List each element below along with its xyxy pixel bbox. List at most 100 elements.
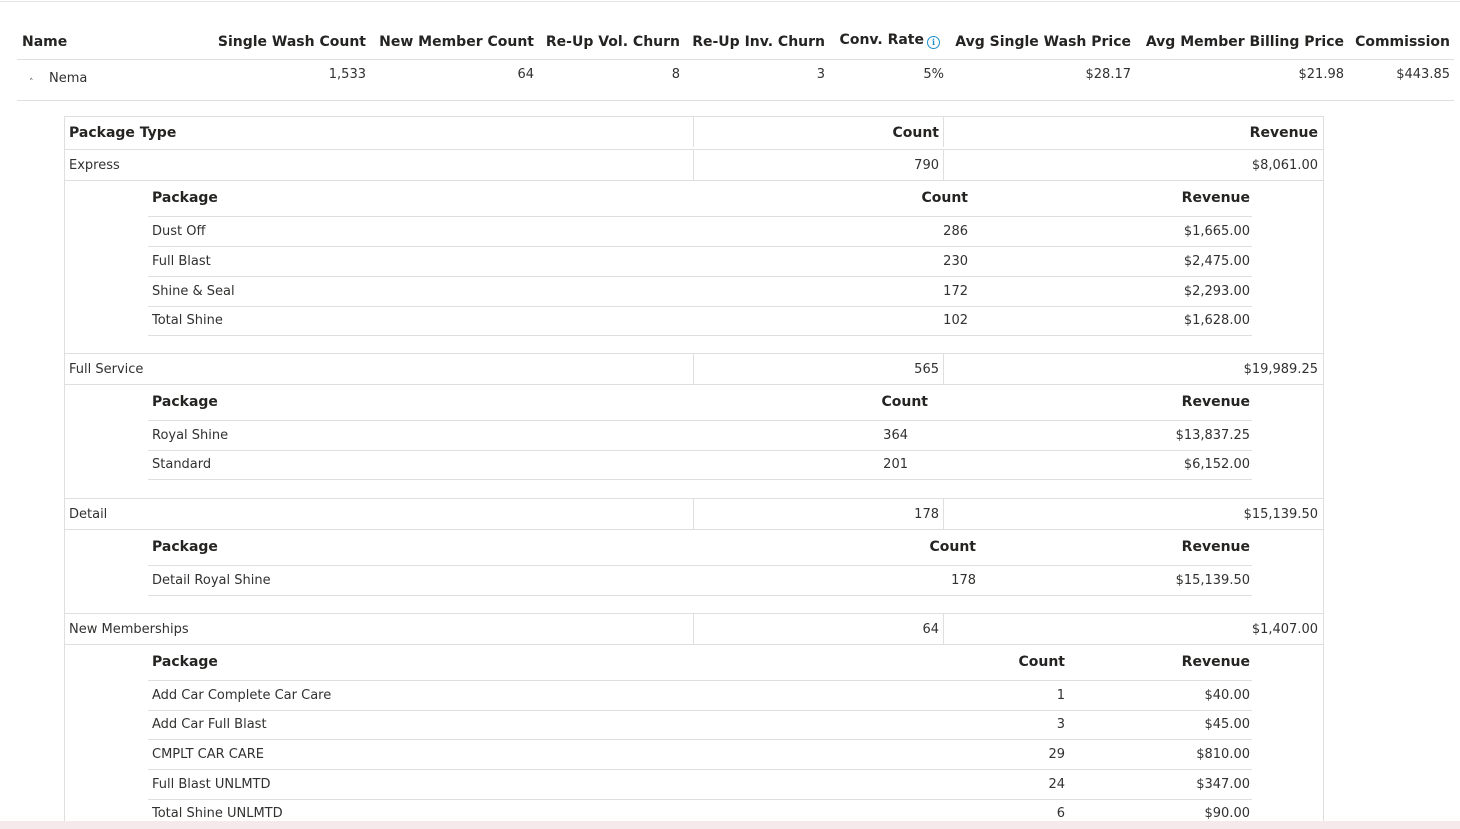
row-new-member-count: 64 — [517, 67, 534, 82]
header-commission[interactable]: Commission — [1349, 24, 1450, 59]
column-divider — [943, 614, 944, 644]
main-table-header: Name Single Wash Count New Member Count … — [17, 24, 1454, 60]
header-package[interactable]: Package — [152, 385, 218, 420]
package-count: 364 — [883, 428, 908, 443]
group-revenue: $1,407.00 — [1251, 622, 1318, 637]
header-count[interactable]: Count — [708, 385, 928, 420]
group-count: 178 — [914, 507, 939, 522]
row-avg-member-billing-price: $21.98 — [1298, 67, 1345, 82]
group-revenue: $8,061.00 — [1251, 158, 1318, 173]
header-conv-rate[interactable]: Conv. Rate i — [827, 24, 940, 59]
column-divider — [693, 614, 694, 644]
table-row[interactable]: Dust Off 286 $1,665.00 — [148, 217, 1252, 247]
group-revenue: $19,989.25 — [1243, 362, 1318, 377]
package-revenue: $6,152.00 — [1183, 457, 1250, 472]
package-revenue: $1,628.00 — [1183, 313, 1250, 328]
table-row-nema[interactable]: ˄ Nema 1,533 64 8 3 5% $28.17 $21.98 $44… — [17, 60, 1454, 101]
header-package[interactable]: Package — [152, 181, 218, 216]
package-count: 201 — [883, 457, 908, 472]
column-divider — [943, 150, 944, 180]
package-header: Package Count Revenue — [148, 645, 1252, 681]
package-name: Standard — [152, 457, 212, 472]
header-revenue[interactable]: Revenue — [998, 181, 1250, 216]
header-count[interactable]: Count — [695, 117, 939, 149]
table-row[interactable]: Full Blast 230 $2,475.00 — [148, 247, 1252, 277]
package-type-table: Package Type Count Revenue Express 790 $… — [64, 116, 1324, 829]
package-revenue: $1,665.00 — [1183, 224, 1250, 239]
column-divider — [693, 150, 694, 180]
info-icon[interactable]: i — [927, 36, 940, 49]
table-row[interactable]: Total Shine 102 $1,628.00 — [148, 306, 1252, 336]
group-row-express[interactable]: Express 790 $8,061.00 — [65, 150, 1323, 181]
top-divider — [0, 1, 1460, 2]
table-row[interactable]: CMPLT CAR CARE 29 $810.00 — [148, 740, 1252, 770]
header-conv-rate-label: Conv. Rate — [839, 32, 924, 48]
group-type: Detail — [69, 507, 108, 522]
column-divider — [943, 499, 944, 529]
group-row-full-service[interactable]: Full Service 565 $19,989.25 — [65, 353, 1323, 385]
header-revenue[interactable]: Revenue — [998, 530, 1250, 565]
column-divider — [693, 499, 694, 529]
package-name: Shine & Seal — [152, 284, 235, 299]
bottom-scroll-band — [0, 821, 1460, 829]
table-row[interactable]: Royal Shine 364 $13,837.25 — [148, 421, 1252, 451]
header-count[interactable]: Count — [768, 181, 968, 216]
table-row[interactable]: Shine & Seal 172 $2,293.00 — [148, 277, 1252, 307]
header-revenue[interactable]: Revenue — [998, 385, 1250, 420]
package-name: Full Blast UNLMTD — [152, 777, 271, 792]
package-count: 178 — [951, 573, 976, 588]
table-row[interactable]: Detail Royal Shine 178 $15,139.50 — [148, 566, 1252, 596]
row-commission: $443.85 — [1396, 67, 1450, 82]
package-name: Dust Off — [152, 224, 206, 239]
header-new-member-count[interactable]: New Member Count — [377, 24, 534, 59]
row-conv-rate: 5% — [923, 67, 944, 82]
package-name: Royal Shine — [152, 428, 229, 443]
package-count: 286 — [943, 224, 968, 239]
package-count: 172 — [943, 284, 968, 299]
package-name: Detail Royal Shine — [152, 573, 271, 588]
chevron-up-icon[interactable]: ˄ — [29, 78, 34, 88]
package-header: Package Count Revenue — [148, 385, 1252, 421]
package-revenue: $15,139.50 — [1175, 573, 1250, 588]
header-package[interactable]: Package — [152, 530, 218, 565]
header-revenue[interactable]: Revenue — [945, 117, 1318, 149]
package-table-new-memberships: Package Count Revenue Add Car Complete C… — [148, 645, 1252, 829]
group-count: 565 — [914, 362, 939, 377]
row-single-wash-count: 1,533 — [328, 67, 366, 82]
header-avg-member-billing-price[interactable]: Avg Member Billing Price — [1137, 24, 1344, 59]
table-row[interactable]: Add Car Complete Car Care 1 $40.00 — [148, 681, 1252, 711]
header-name[interactable]: Name — [22, 24, 67, 59]
column-divider — [693, 354, 694, 384]
package-revenue: $45.00 — [1204, 717, 1251, 732]
package-count: 230 — [943, 254, 968, 269]
header-avg-single-wash-price[interactable]: Avg Single Wash Price — [952, 24, 1131, 59]
header-package-type[interactable]: Package Type — [69, 117, 176, 149]
table-row[interactable]: Add Car Full Blast 3 $45.00 — [148, 710, 1252, 740]
package-revenue: $13,837.25 — [1175, 428, 1250, 443]
group-count: 64 — [922, 622, 939, 637]
group-row-detail[interactable]: Detail 178 $15,139.50 — [65, 498, 1323, 530]
table-row[interactable]: Full Blast UNLMTD 24 $347.00 — [148, 770, 1252, 800]
group-type: New Memberships — [69, 622, 189, 637]
report-page: Name Single Wash Count New Member Count … — [0, 0, 1460, 829]
header-reup-inv-churn[interactable]: Re-Up Inv. Churn — [687, 24, 825, 59]
row-reup-vol-churn: 8 — [671, 67, 680, 82]
package-name: CMPLT CAR CARE — [152, 747, 265, 762]
header-reup-vol-churn[interactable]: Re-Up Vol. Churn — [537, 24, 680, 59]
package-count: 102 — [943, 313, 968, 328]
package-header: Package Count Revenue — [148, 530, 1252, 566]
package-name: Add Car Full Blast — [152, 717, 267, 732]
group-row-new-memberships[interactable]: New Memberships 64 $1,407.00 — [65, 613, 1323, 645]
group-revenue: $15,139.50 — [1243, 507, 1318, 522]
package-table-full-service: Package Count Revenue Royal Shine 364 $1… — [148, 385, 1252, 495]
column-divider — [943, 117, 944, 147]
table-row[interactable]: Standard 201 $6,152.00 — [148, 450, 1252, 480]
header-single-wash-count[interactable]: Single Wash Count — [207, 24, 366, 59]
group-type: Express — [69, 158, 120, 173]
package-type-header: Package Type Count Revenue — [65, 117, 1323, 150]
row-avg-single-wash-price: $28.17 — [1085, 67, 1132, 82]
header-revenue[interactable]: Revenue — [998, 645, 1250, 680]
package-revenue: $40.00 — [1204, 688, 1251, 703]
header-package[interactable]: Package — [152, 645, 218, 680]
header-count[interactable]: Count — [768, 530, 976, 565]
